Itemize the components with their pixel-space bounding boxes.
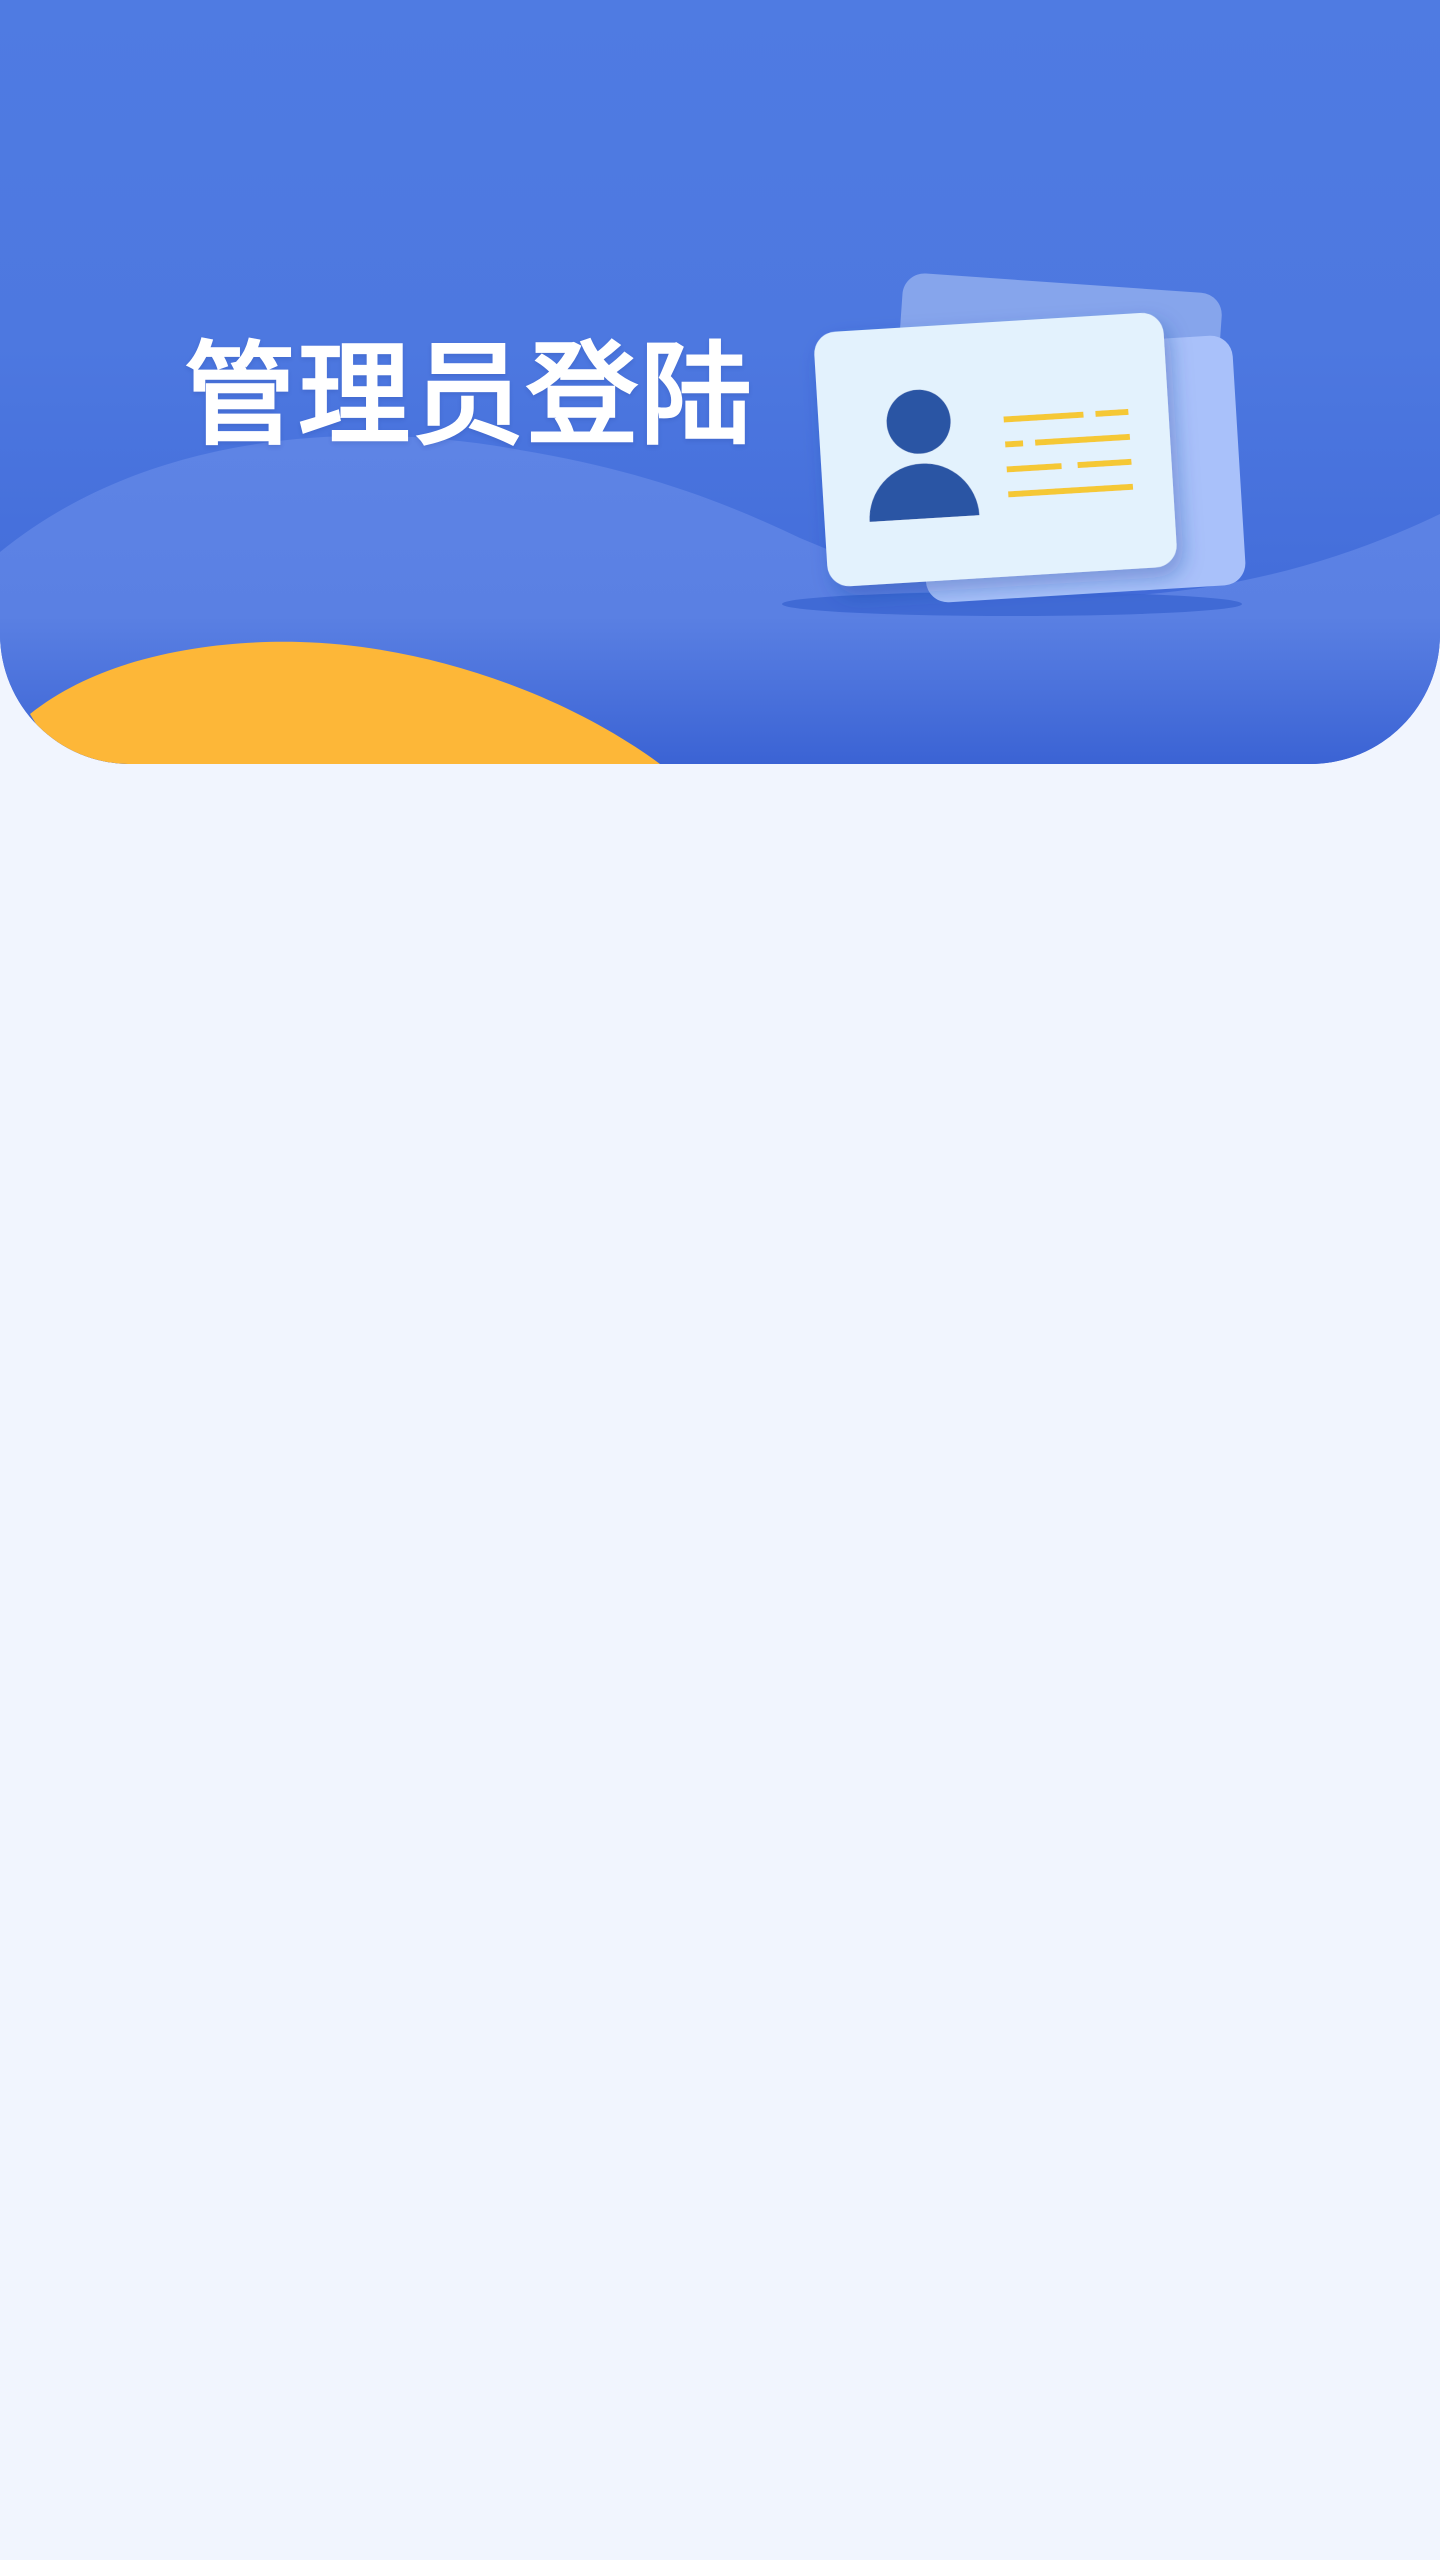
admin-login-page: 管理员登陆 — [0, 0, 1440, 2560]
login-content-area — [0, 764, 1440, 2560]
id-card-icon — [814, 273, 1246, 603]
login-header-banner: 管理员登陆 — [0, 0, 1440, 764]
page-title: 管理员登陆 — [184, 331, 754, 461]
